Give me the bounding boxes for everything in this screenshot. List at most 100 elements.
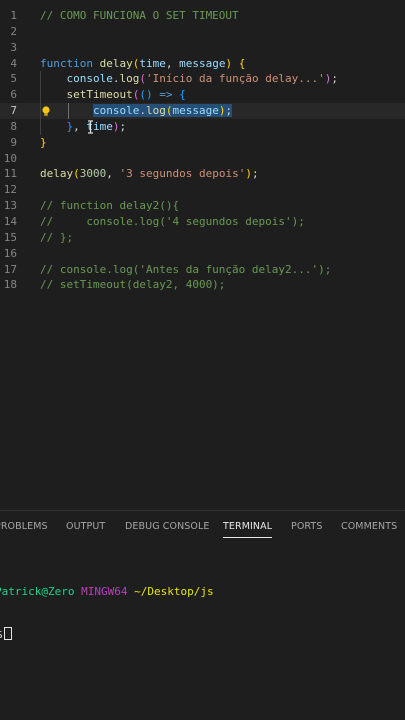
line-number: 5	[10, 72, 17, 86]
code-token: log	[119, 72, 140, 86]
code-token: // COMO FUNCIONA O SET TIMEOUT	[40, 9, 239, 22]
tab-problems[interactable]: PROBLEMS	[0, 521, 48, 532]
code-token: )	[245, 167, 252, 181]
code-token: (	[139, 72, 146, 86]
code-text: // function delay2(){	[40, 198, 179, 214]
code-line[interactable]: 9}	[0, 135, 405, 151]
code-line[interactable]: 4 function delay(time, message) {	[0, 56, 405, 72]
code-text: // setTimeout(delay2, 4000);	[40, 277, 225, 293]
code-line[interactable]: 6 setTimeout(() => {	[0, 87, 405, 104]
code-token: // console.log('4 segundos depois');	[40, 214, 305, 228]
code-text: }	[40, 135, 47, 151]
code-token: =>	[159, 88, 173, 102]
code-text: // };	[40, 230, 73, 246]
lightbulb-icon[interactable]	[40, 105, 52, 117]
code-token: '3 segundos depois'	[119, 167, 246, 181]
tab-terminal[interactable]: TERMINAL	[223, 521, 273, 538]
line-number: 17	[3, 262, 17, 276]
code-line[interactable]: 5 console.log('Início da função delay...…	[0, 71, 405, 88]
code-line[interactable]: 1 // COMO FUNCIONA O SET TIMEOUT	[0, 8, 405, 24]
code-token: 3000	[79, 167, 107, 181]
code-line[interactable]: 16	[0, 246, 405, 262]
code-line[interactable]: 2	[0, 24, 405, 40]
line-number: 12	[3, 183, 17, 197]
line-number: 14	[3, 214, 17, 228]
code-text: delay(3000, '3 segundos depois');	[40, 166, 259, 182]
code-text: }, time);	[40, 119, 127, 135]
terminal-output[interactable]: Patrick@Zero MINGW64 ~/Desktop/js $	[0, 557, 405, 670]
terminal-prompt-symbol: $	[0, 628, 3, 641]
line-number: 8	[10, 119, 17, 133]
code-token: 'Início da função delay...'	[145, 72, 325, 86]
tab-terminal-label: TERMINAL	[223, 521, 273, 532]
code-token: ()	[139, 88, 153, 102]
line-number: 2	[10, 24, 17, 38]
code-line[interactable]: 17 // console.log('Antes da função delay2…	[0, 262, 405, 278]
code-line[interactable]: 13 // function delay2(){	[0, 198, 405, 214]
code-token: time	[139, 56, 166, 70]
code-token: )	[112, 119, 120, 133]
code-line[interactable]: 7 console.log(message);	[0, 103, 405, 119]
code-token: ;	[331, 72, 339, 86]
code-token: setTimeout	[66, 88, 133, 102]
code-token: }	[40, 135, 47, 149]
code-line[interactable]: 10	[0, 151, 405, 167]
code-text: // console.log('4 segundos depois');	[40, 214, 305, 230]
text-cursor-icon	[88, 120, 93, 134]
code-line[interactable]: 15 // };	[0, 230, 405, 246]
code-line[interactable]: 8 }, time);	[0, 118, 405, 135]
bottom-panel: PROBLEMS OUTPUT DEBUG CONSOLE TERMINAL P…	[0, 510, 405, 720]
code-text: console.log('Início da função delay...')…	[40, 71, 339, 87]
code-text: // COMO FUNCIONA O SET TIMEOUT	[40, 8, 239, 24]
code-line[interactable]: 14 // console.log('4 segundos depois');	[0, 214, 405, 230]
code-token: // console.log('Antes da função delay2..…	[40, 262, 332, 276]
terminal-path: ~/Desktop/js	[134, 585, 214, 598]
tab-comments[interactable]: COMMENTS	[341, 521, 397, 532]
code-line[interactable]: 18 // setTimeout(delay2, 4000);	[0, 277, 405, 293]
line-number: 11	[3, 167, 17, 181]
code-token: ,	[73, 119, 87, 133]
code-text: // console.log('Antes da função delay2..…	[40, 262, 331, 278]
terminal-cursor	[3, 627, 12, 640]
code-token: ;	[119, 119, 127, 133]
code-line[interactable]: 3	[0, 40, 405, 56]
line-number: 15	[3, 230, 17, 244]
code-token: // function delay2(){	[40, 199, 180, 213]
line-number: 13	[3, 199, 17, 213]
code-token: message	[172, 104, 219, 118]
code-token: console	[92, 104, 140, 118]
code-token: log	[145, 104, 166, 118]
terminal-user: Patrick@Zero	[0, 585, 75, 598]
code-line[interactable]: 12	[0, 182, 405, 198]
code-token: {	[238, 56, 246, 70]
code-token: delay	[40, 167, 74, 181]
line-number: 7	[10, 104, 17, 118]
code-text: console.log(message);	[40, 103, 233, 119]
panel-tab-bar: PROBLEMS OUTPUT DEBUG CONSOLE TERMINAL P…	[0, 511, 405, 543]
line-number: 1	[10, 9, 17, 22]
line-number: 18	[3, 278, 17, 292]
active-tab-indicator	[223, 537, 273, 538]
tab-debug-console[interactable]: DEBUG CONSOLE	[125, 521, 210, 532]
code-token: delay	[99, 56, 133, 70]
tab-output[interactable]: OUTPUT	[66, 521, 105, 532]
terminal-host: MINGW64	[81, 585, 128, 598]
line-number: 6	[10, 88, 17, 102]
terminal-input-line[interactable]: $	[0, 627, 405, 642]
code-token: ,	[165, 56, 180, 70]
tab-ports[interactable]: PORTS	[291, 521, 322, 532]
code-token: .	[139, 104, 146, 118]
line-number: 16	[3, 246, 17, 260]
terminal-prompt-line: Patrick@Zero MINGW64 ~/Desktop/js	[0, 585, 405, 599]
code-text: function delay(time, message) {	[40, 56, 245, 72]
line-number: 10	[3, 151, 17, 165]
code-token: message	[179, 56, 226, 70]
code-editor[interactable]: 1 // COMO FUNCIONA O SET TIMEOUT 2 3 4 functi…	[0, 8, 405, 508]
code-line[interactable]: 11 delay(3000, '3 segundos depois');	[0, 166, 405, 182]
vscode-window: 1 // COMO FUNCIONA O SET TIMEOUT 2 3 4 functi…	[0, 0, 405, 720]
code-token: {	[179, 88, 186, 102]
